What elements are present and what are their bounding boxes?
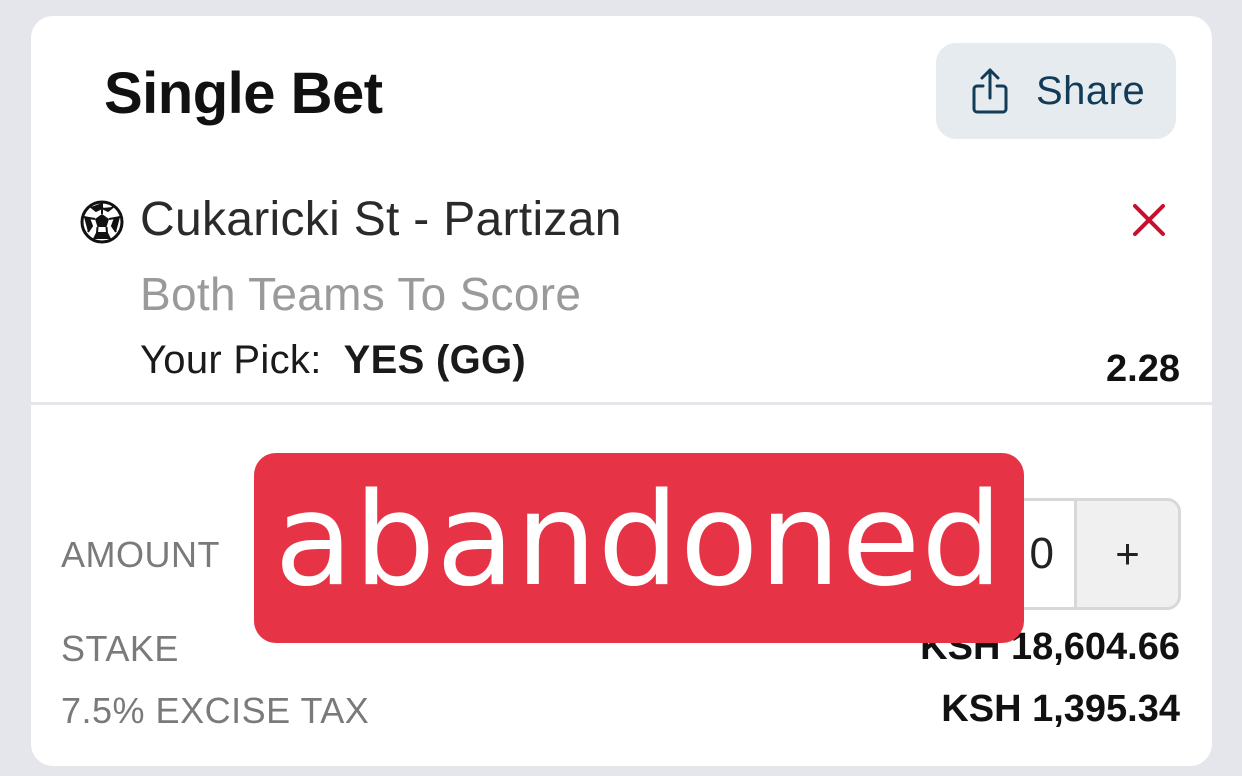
share-icon xyxy=(970,66,1010,116)
excise-tax-value: KSH 1,395.34 xyxy=(941,688,1180,730)
page-title: Single Bet xyxy=(104,61,383,126)
soccer-ball-icon xyxy=(79,199,125,245)
increment-button[interactable]: + xyxy=(1074,501,1178,607)
abandoned-stamp: abandoned xyxy=(254,453,1024,643)
bet-slip-card: Single Bet Share Cukaricki St - Partizan… xyxy=(31,16,1212,766)
share-label: Share xyxy=(1036,68,1146,113)
event-name: Cukaricki St - Partizan xyxy=(140,193,622,246)
stamp-text: abandoned xyxy=(274,466,1004,615)
divider xyxy=(31,402,1212,405)
excise-tax-label: 7.5% EXCISE TAX xyxy=(61,690,370,731)
pick-label: Your Pick: xyxy=(140,338,322,382)
market-name: Both Teams To Score xyxy=(140,268,582,320)
remove-selection-button[interactable] xyxy=(1129,200,1169,240)
amount-label: AMOUNT xyxy=(61,534,220,575)
pick-row: Your Pick: YES (GG) xyxy=(140,338,526,383)
stake-label: STAKE xyxy=(61,628,179,669)
close-icon xyxy=(1133,204,1165,236)
share-button[interactable]: Share xyxy=(936,43,1176,139)
odds-value: 2.28 xyxy=(1106,348,1180,390)
pick-value: YES (GG) xyxy=(343,338,527,382)
